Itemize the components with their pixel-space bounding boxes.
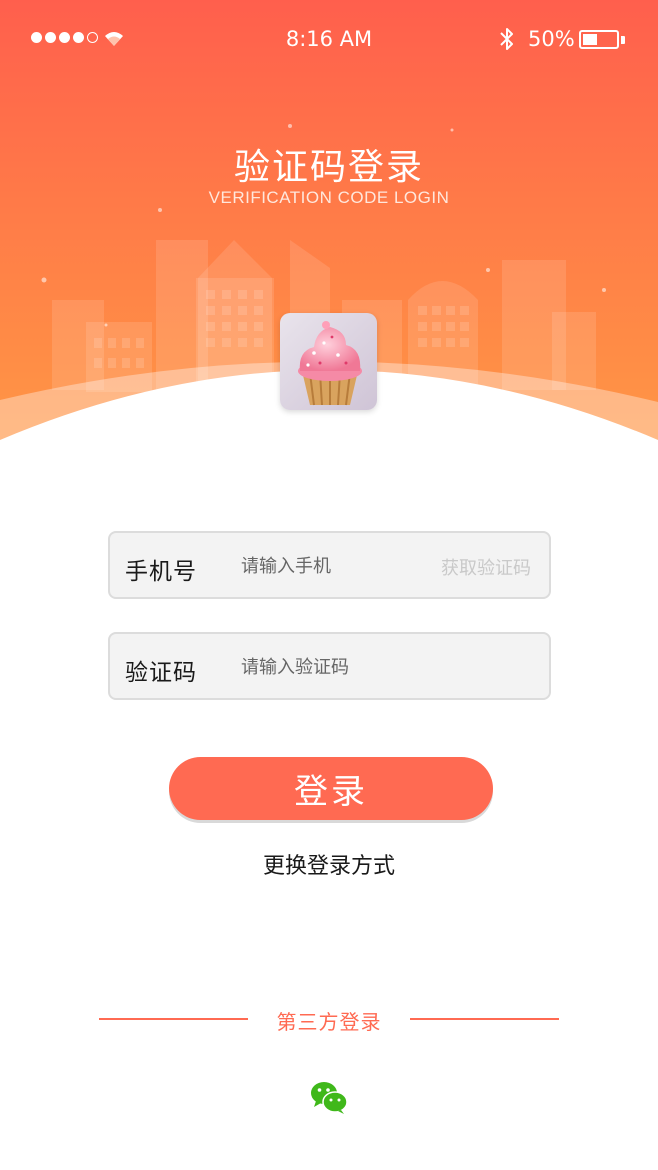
get-code-button[interactable]: 获取验证码 — [441, 554, 531, 580]
battery-tip — [621, 36, 625, 44]
page-title: 验证码登录 — [233, 147, 424, 188]
battery-percent: 50% — [528, 27, 575, 51]
avatar[interactable] — [280, 313, 377, 410]
code-input[interactable] — [241, 652, 441, 682]
status-bar: 8:16 AM 50% — [0, 0, 658, 78]
phone-field: 手机号 获取验证码 — [108, 531, 551, 599]
code-field: 验证码 — [108, 632, 551, 700]
third-party-login-label: 第三方登录 — [276, 1010, 382, 1034]
cupcake-image — [280, 313, 377, 410]
wechat-icon[interactable] — [310, 1080, 348, 1114]
battery-icon — [579, 30, 619, 49]
switch-login-method-link[interactable]: 更换登录方式 — [0, 848, 658, 880]
code-label: 验证码 — [125, 660, 197, 686]
login-button[interactable]: 登录 — [169, 757, 493, 820]
page-subtitle: VERIFICATION CODE LOGIN — [208, 188, 450, 207]
phone-input[interactable] — [241, 551, 441, 581]
divider-left — [99, 1018, 248, 1020]
divider-right — [410, 1018, 559, 1020]
bluetooth-icon — [500, 28, 513, 50]
phone-label: 手机号 — [125, 559, 197, 585]
login-screen: 8:16 AM 50% 验证码登录 VERIFICATION CODE LOGI… — [0, 0, 658, 1170]
